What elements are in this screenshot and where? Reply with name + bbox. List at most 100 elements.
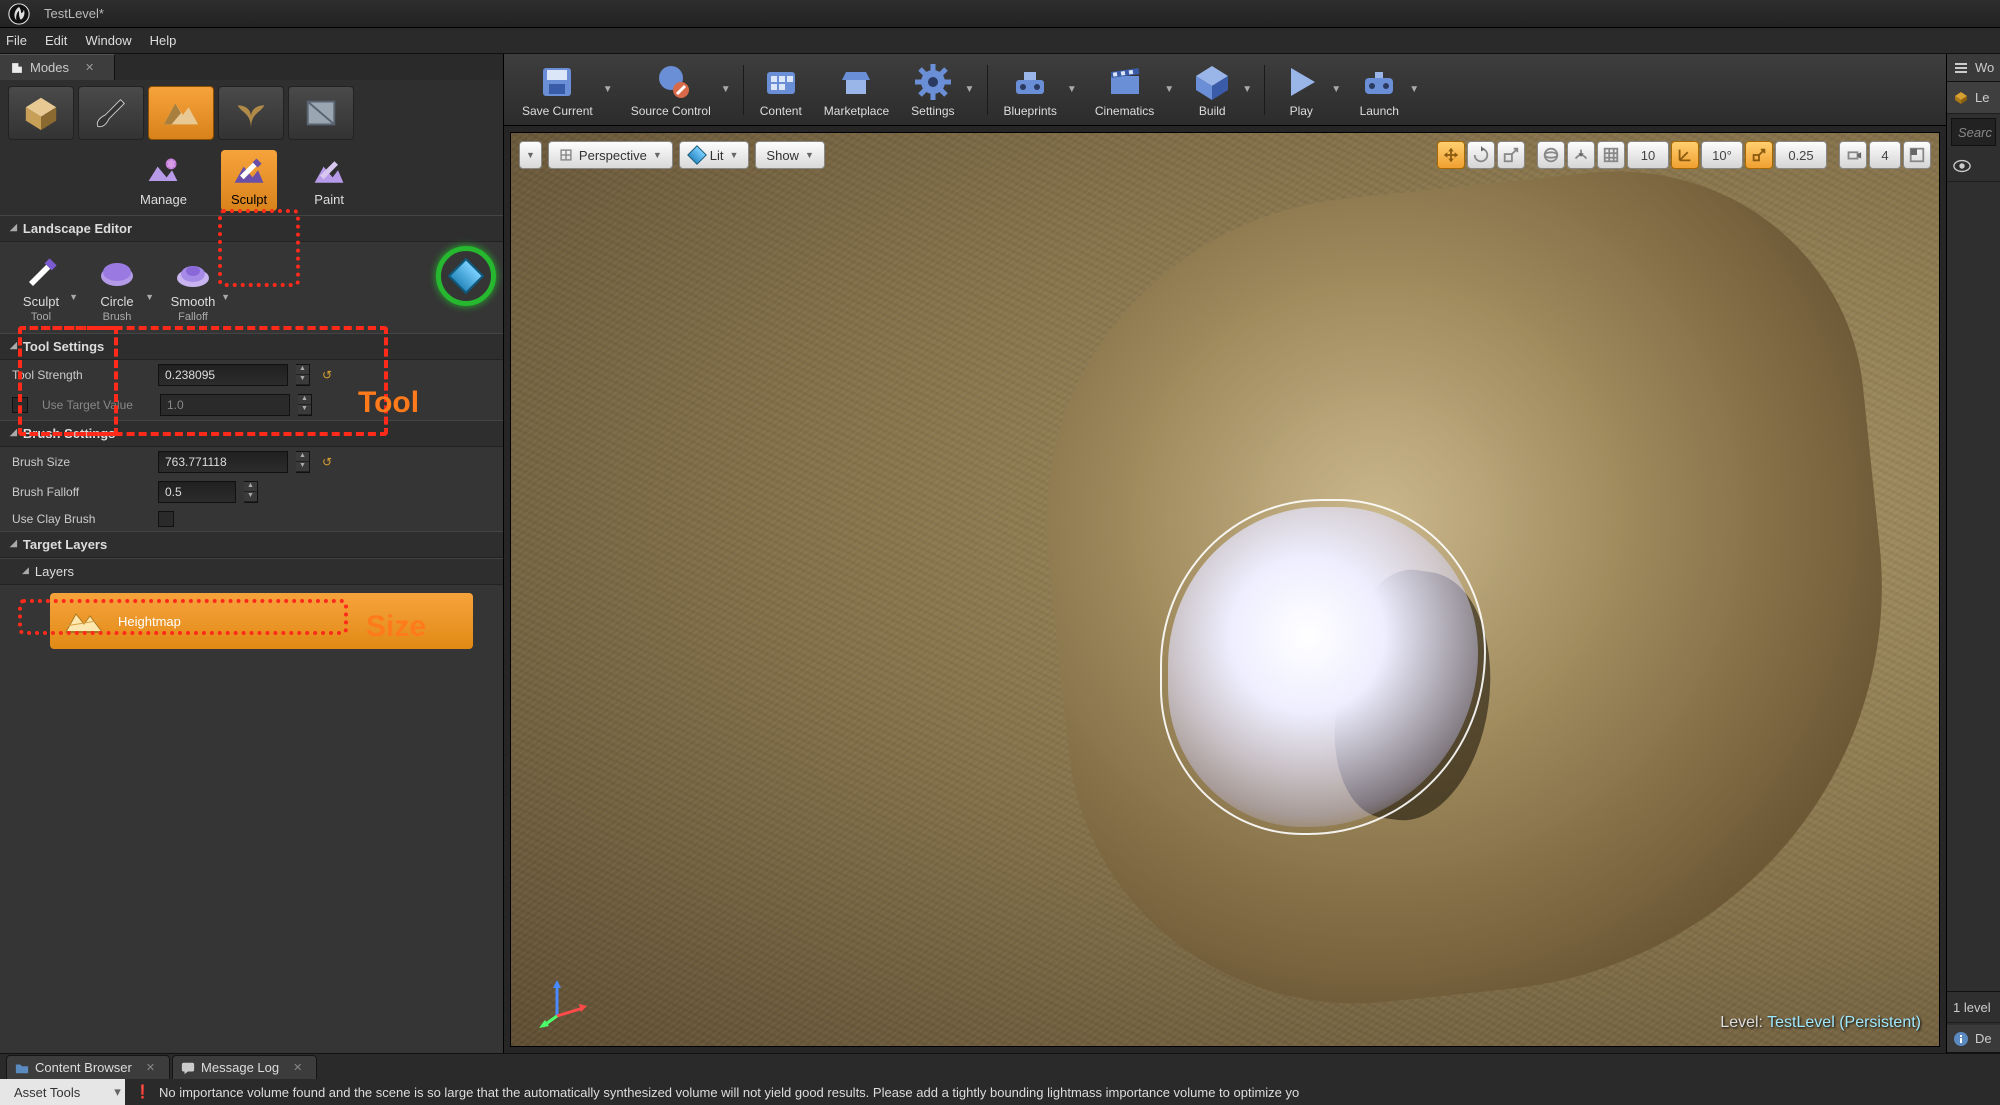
visibility-toggle[interactable] (1947, 150, 2000, 182)
tool-sculpt[interactable]: Sculpt Tool ▼ (18, 252, 64, 323)
blueprints-icon (1010, 62, 1050, 102)
use-target-value-checkbox[interactable] (12, 397, 28, 413)
brush-falloff-label: Brush Falloff (12, 485, 150, 499)
target-layer-heightmap[interactable]: Heightmap (50, 593, 473, 649)
tool-falloff-sub: Falloff (178, 311, 208, 323)
viewport-perspective-button[interactable]: Perspective ▼ (548, 141, 673, 169)
menu-file[interactable]: File (6, 33, 27, 48)
world-outliner-tab[interactable]: Wo (1947, 54, 2000, 82)
section-tool-settings[interactable]: Tool Settings (0, 333, 503, 360)
marketplace-icon (836, 62, 876, 102)
outliner-search-input[interactable]: Searc (1951, 118, 1996, 146)
chevron-down-icon[interactable]: ▼ (69, 292, 78, 302)
grid-snap-value[interactable]: 10 (1627, 141, 1669, 169)
save-current-button[interactable]: Save Current (514, 60, 601, 120)
close-icon[interactable]: ✕ (85, 61, 94, 74)
level-header-row[interactable]: Le (1947, 82, 2000, 114)
menu-edit[interactable]: Edit (45, 33, 67, 48)
angle-snap-value[interactable]: 10° (1701, 141, 1743, 169)
section-layers[interactable]: Layers (0, 558, 503, 585)
smooth-falloff-icon (170, 252, 216, 292)
chevron-down-icon[interactable]: ▼ (145, 292, 154, 302)
chevron-down-icon[interactable]: ▼ (1164, 84, 1178, 95)
spinner[interactable]: ▲▼ (296, 364, 310, 386)
camera-speed-button[interactable] (1839, 141, 1867, 169)
surface-snap-button[interactable] (1567, 141, 1595, 169)
chevron-down-icon[interactable]: ▼ (1067, 84, 1081, 95)
transform-rotate-button[interactable] (1467, 141, 1495, 169)
use-clay-brush-checkbox[interactable] (158, 511, 174, 527)
menu-help[interactable]: Help (150, 33, 177, 48)
play-icon (1281, 62, 1321, 102)
chevron-down-icon[interactable]: ▼ (721, 84, 735, 95)
chevron-down-icon[interactable]: ▼ (1242, 84, 1256, 95)
menu-window[interactable]: Window (85, 33, 131, 48)
message-log-tab[interactable]: Message Log ✕ (172, 1055, 317, 1079)
transform-scale-button[interactable] (1497, 141, 1525, 169)
scale-snap-value[interactable]: 0.25 (1775, 141, 1827, 169)
tool-smooth-falloff[interactable]: Smooth Falloff ▼ (170, 252, 216, 323)
reset-to-default-icon[interactable]: ↺ (322, 455, 332, 469)
grid-snap-button[interactable] (1597, 141, 1625, 169)
tool-strength-label: Tool Strength (12, 368, 150, 382)
build-button[interactable]: Build (1184, 60, 1240, 120)
play-button[interactable]: Play (1273, 60, 1329, 120)
scale-snap-button[interactable] (1745, 141, 1773, 169)
asset-tools-label[interactable]: Asset Tools (0, 1085, 94, 1100)
marketplace-button[interactable]: Marketplace (816, 60, 897, 120)
angle-snap-button[interactable] (1671, 141, 1699, 169)
landscape-tab-manage-label: Manage (140, 192, 187, 207)
transform-move-button[interactable] (1437, 141, 1465, 169)
mode-place-button[interactable] (8, 86, 74, 140)
close-icon[interactable]: ✕ (146, 1061, 155, 1074)
chevron-down-icon[interactable]: ▼ (1409, 84, 1423, 95)
blueprints-button[interactable]: Blueprints (996, 60, 1065, 120)
camera-speed-value[interactable]: 4 (1869, 141, 1901, 169)
viewport-options-button[interactable]: ▼ (519, 141, 542, 169)
source-control-button[interactable]: Source Control (623, 60, 719, 120)
landscape-tab-paint[interactable]: Paint (301, 150, 357, 211)
spinner[interactable]: ▲▼ (298, 394, 312, 416)
chevron-down-icon[interactable]: ▼ (603, 84, 617, 95)
chevron-down-icon[interactable]: ▼ (965, 84, 979, 95)
play-label: Play (1290, 104, 1313, 118)
content-button[interactable]: Content (752, 60, 810, 120)
details-tab[interactable]: De (1947, 1025, 2000, 1053)
coordinate-space-button[interactable] (1537, 141, 1565, 169)
launch-button[interactable]: Launch (1351, 60, 1407, 120)
chevron-down-icon[interactable]: ▼ (221, 292, 230, 302)
settings-button[interactable]: Settings (903, 60, 962, 120)
tool-circle-brush[interactable]: Circle Brush ▼ (94, 252, 140, 323)
level-name-value: TestLevel (Persistent) (1767, 1014, 1921, 1031)
mode-landscape-button[interactable] (148, 86, 214, 140)
landscape-tab-sculpt[interactable]: Sculpt (221, 150, 277, 211)
target-value-input[interactable] (160, 394, 290, 416)
viewport-show-button[interactable]: Show ▼ (755, 141, 824, 169)
section-brush-settings[interactable]: Brush Settings (0, 420, 503, 447)
warning-strip[interactable]: ❗ No importance volume found and the sce… (125, 1079, 2000, 1105)
chevron-down-icon[interactable]: ▼ (1331, 84, 1345, 95)
content-browser-tab[interactable]: Content Browser ✕ (6, 1055, 170, 1079)
cinematics-button[interactable]: Cinematics (1087, 60, 1162, 120)
modes-tab[interactable]: Modes ✕ (0, 54, 115, 80)
brush-size-input[interactable] (158, 451, 288, 473)
brush-falloff-input[interactable] (158, 481, 236, 503)
tool-strength-input[interactable] (158, 364, 288, 386)
mode-foliage-button[interactable] (218, 86, 284, 140)
reset-to-default-icon[interactable]: ↺ (322, 368, 332, 382)
section-target-layers[interactable]: Target Layers (0, 531, 503, 558)
landscape-tab-manage[interactable]: Manage (130, 150, 197, 211)
spinner[interactable]: ▲▼ (244, 481, 258, 503)
spinner[interactable]: ▲▼ (296, 451, 310, 473)
maximize-viewport-button[interactable] (1903, 141, 1931, 169)
section-landscape-editor[interactable]: Landscape Editor (0, 215, 503, 242)
launch-label: Launch (1360, 104, 1399, 118)
marketplace-label: Marketplace (824, 104, 889, 118)
mode-paint-button[interactable] (78, 86, 144, 140)
message-log-label: Message Log (201, 1060, 279, 1075)
viewport-lit-button[interactable]: Lit ▼ (679, 141, 750, 169)
close-icon[interactable]: ✕ (293, 1061, 302, 1074)
mode-geometry-button[interactable] (288, 86, 354, 140)
row-use-target-value: Use Target Value ▲▼ (0, 390, 503, 420)
level-viewport[interactable]: ▼ Perspective ▼ Lit ▼ Show ▼ (510, 132, 1940, 1047)
